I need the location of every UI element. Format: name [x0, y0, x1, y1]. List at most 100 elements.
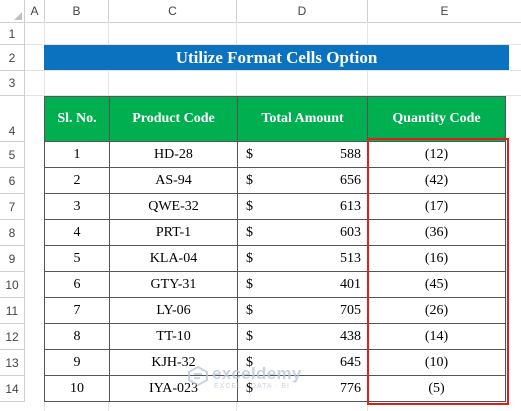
row-header-6[interactable]: 6: [0, 168, 25, 194]
sl-no-cell[interactable]: 2: [44, 167, 110, 194]
select-all-button[interactable]: [0, 0, 25, 22]
row-header-4[interactable]: 4: [0, 96, 25, 142]
row-header-5[interactable]: 5: [0, 142, 25, 168]
quantity-code-cell[interactable]: (42): [367, 167, 506, 194]
amount-value: 645: [340, 354, 361, 370]
quantity-code-cell[interactable]: (12): [367, 141, 506, 168]
select-all-triangle-icon: [14, 12, 22, 20]
currency-symbol: $: [246, 380, 253, 396]
sl-no-cell[interactable]: 7: [44, 297, 110, 324]
product-code-cell[interactable]: KJH-32: [109, 349, 238, 376]
amount-value: 401: [340, 276, 361, 292]
row-header-13[interactable]: 13: [0, 350, 25, 376]
currency-symbol: $: [246, 146, 253, 162]
spreadsheet: A B C D E 1 2 3 4 5 6 7 8 9 10 11 12 13 …: [0, 0, 521, 411]
table-row: 8 TT-10 $438 (14): [44, 323, 506, 350]
sl-no-cell[interactable]: 10: [44, 375, 110, 402]
table-row: 3 QWE-32 $613 (17): [44, 193, 506, 220]
quantity-code-cell[interactable]: (10): [367, 349, 506, 376]
row-header-3[interactable]: 3: [0, 71, 25, 96]
amount-value: 705: [340, 302, 361, 318]
amount-value: 588: [340, 146, 361, 162]
product-code-cell[interactable]: HD-28: [109, 141, 238, 168]
row-header-8[interactable]: 8: [0, 220, 25, 246]
total-amount-cell[interactable]: $401: [237, 271, 368, 298]
table-row: 9 KJH-32 $645 (10): [44, 349, 506, 376]
product-code-cell[interactable]: QWE-32: [109, 193, 238, 220]
product-table: Sl. No. Product Code Total Amount Quanti…: [44, 96, 506, 402]
row-header-2[interactable]: 2: [0, 45, 25, 71]
amount-value: 613: [340, 198, 361, 214]
currency-symbol: $: [246, 328, 253, 344]
row-header-12[interactable]: 12: [0, 324, 25, 350]
row-header-9[interactable]: 9: [0, 246, 25, 272]
quantity-code-cell[interactable]: (16): [367, 245, 506, 272]
column-header-a[interactable]: A: [25, 0, 45, 22]
sl-no-cell[interactable]: 3: [44, 193, 110, 220]
amount-value: 776: [340, 380, 361, 396]
total-amount-cell[interactable]: $656: [237, 167, 368, 194]
total-amount-cell[interactable]: $645: [237, 349, 368, 376]
column-header-row: A B C D E: [0, 0, 521, 23]
total-amount-cell[interactable]: $613: [237, 193, 368, 220]
product-code-cell[interactable]: LY-06: [109, 297, 238, 324]
quantity-code-cell[interactable]: (14): [367, 323, 506, 350]
table-row: 1 HD-28 $588 (12): [44, 141, 506, 168]
product-code-cell[interactable]: IYA-023: [109, 375, 238, 402]
amount-value: 513: [340, 250, 361, 266]
header-sl-no[interactable]: Sl. No.: [44, 96, 110, 142]
quantity-code-cell[interactable]: (36): [367, 219, 506, 246]
quantity-code-cell[interactable]: (17): [367, 193, 506, 220]
row-header-1[interactable]: 1: [0, 23, 25, 45]
row-header-11[interactable]: 11: [0, 298, 25, 324]
currency-symbol: $: [246, 354, 253, 370]
row-header-14[interactable]: 14: [0, 376, 25, 402]
sheet-title-banner[interactable]: Utilize Format Cells Option: [44, 45, 509, 70]
header-product-code[interactable]: Product Code: [109, 96, 238, 142]
sl-no-cell[interactable]: 4: [44, 219, 110, 246]
total-amount-cell[interactable]: $513: [237, 245, 368, 272]
header-total-amount[interactable]: Total Amount: [237, 96, 368, 142]
currency-symbol: $: [246, 172, 253, 188]
table-row: 7 LY-06 $705 (26): [44, 297, 506, 324]
currency-symbol: $: [246, 198, 253, 214]
currency-symbol: $: [246, 250, 253, 266]
total-amount-cell[interactable]: $705: [237, 297, 368, 324]
column-header-c[interactable]: C: [109, 0, 237, 22]
column-header-b[interactable]: B: [45, 0, 109, 22]
total-amount-cell[interactable]: $588: [237, 141, 368, 168]
currency-symbol: $: [246, 276, 253, 292]
table-row: 2 AS-94 $656 (42): [44, 167, 506, 194]
quantity-code-cell[interactable]: (5): [367, 375, 506, 402]
sl-no-cell[interactable]: 5: [44, 245, 110, 272]
currency-symbol: $: [246, 224, 253, 240]
row-header-7[interactable]: 7: [0, 194, 25, 220]
total-amount-cell[interactable]: $776: [237, 375, 368, 402]
sl-no-cell[interactable]: 9: [44, 349, 110, 376]
gridline: [25, 70, 521, 71]
product-code-cell[interactable]: PRT-1: [109, 219, 238, 246]
table-row: 6 GTY-31 $401 (45): [44, 271, 506, 298]
total-amount-cell[interactable]: $603: [237, 219, 368, 246]
sl-no-cell[interactable]: 8: [44, 323, 110, 350]
header-quantity-code[interactable]: Quantity Code: [367, 96, 506, 142]
amount-value: 438: [340, 328, 361, 344]
total-amount-cell[interactable]: $438: [237, 323, 368, 350]
sl-no-cell[interactable]: 6: [44, 271, 110, 298]
table-header-row: Sl. No. Product Code Total Amount Quanti…: [44, 96, 506, 142]
product-code-cell[interactable]: AS-94: [109, 167, 238, 194]
row-header-10[interactable]: 10: [0, 272, 25, 298]
amount-value: 656: [340, 172, 361, 188]
sl-no-cell[interactable]: 1: [44, 141, 110, 168]
quantity-code-cell[interactable]: (26): [367, 297, 506, 324]
row-header-4-label: 4: [8, 124, 16, 138]
column-header-d[interactable]: D: [237, 0, 368, 22]
product-code-cell[interactable]: TT-10: [109, 323, 238, 350]
amount-value: 603: [340, 224, 361, 240]
quantity-code-cell[interactable]: (45): [367, 271, 506, 298]
product-code-cell[interactable]: GTY-31: [109, 271, 238, 298]
currency-symbol: $: [246, 302, 253, 318]
table-row: 5 KLA-04 $513 (16): [44, 245, 506, 272]
product-code-cell[interactable]: KLA-04: [109, 245, 238, 272]
column-header-e[interactable]: E: [368, 0, 521, 22]
